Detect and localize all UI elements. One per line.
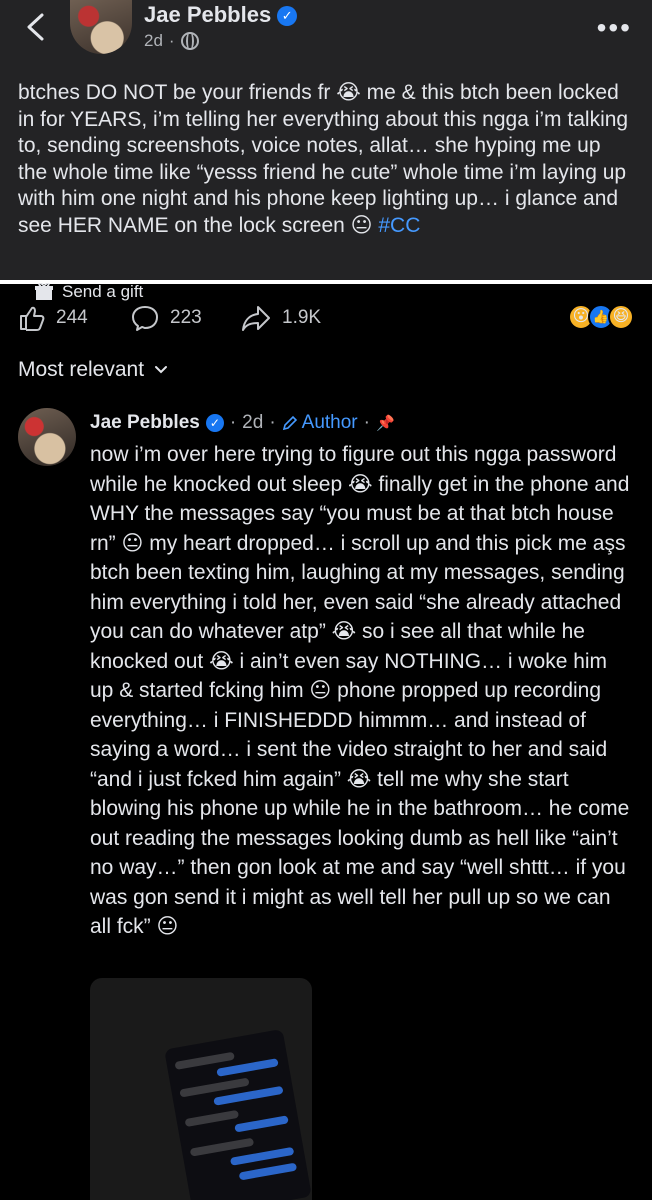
send-gift-button[interactable]: Send a gift: [34, 282, 143, 302]
author-badge: Author: [282, 412, 358, 434]
like-button[interactable]: 244: [18, 304, 88, 332]
post-card: Jae Pebbles ✓ 2d · ••• btches DO NOT be y…: [0, 0, 652, 280]
comment-header: Jae Pebbles ✓ · 2d · Author · 📌: [90, 412, 395, 434]
back-arrow-icon[interactable]: [22, 12, 50, 42]
like-icon: [20, 306, 45, 331]
post-meta: 2d ·: [144, 31, 199, 51]
share-count: 1.9K: [282, 307, 322, 328]
comment-avatar[interactable]: [18, 408, 76, 466]
pin-icon: 📌: [375, 415, 395, 432]
comment-button[interactable]: 223: [130, 304, 202, 332]
verified-badge-icon: ✓: [205, 414, 224, 432]
post-author-name[interactable]: Jae Pebbles: [144, 2, 271, 27]
gift-icon: [35, 283, 53, 300]
comment-time: 2d: [242, 412, 264, 433]
author-avatar[interactable]: [70, 0, 132, 54]
haha-reaction-icon: 😆: [608, 304, 634, 330]
globe-icon: [180, 32, 199, 50]
share-button[interactable]: 1.9K: [240, 304, 321, 332]
comment-count: 223: [170, 307, 202, 328]
hashtag-link[interactable]: #CC: [378, 214, 420, 237]
action-bar: 244 223 1.9K 😮 👍 😆: [0, 300, 652, 336]
pencil-icon: [282, 415, 297, 431]
send-gift-label: Send a gift: [62, 282, 144, 301]
comment-icon: [132, 306, 158, 331]
phone-screen: [164, 1028, 312, 1200]
post-body: btches DO NOT be your friends fr 😭 me & …: [18, 80, 630, 239]
comment-text: now i’m over here trying to figure out t…: [90, 443, 630, 938]
like-count: 244: [56, 307, 88, 328]
comment-author-name[interactable]: Jae Pebbles: [90, 412, 200, 434]
share-icon: [242, 306, 270, 331]
reaction-summary[interactable]: 😮 👍 😆: [568, 304, 634, 330]
comment-video-attachment[interactable]: [90, 978, 312, 1200]
more-options-icon[interactable]: •••: [597, 12, 632, 44]
sort-label: Most relevant: [18, 358, 145, 381]
verified-badge-icon: ✓: [277, 6, 298, 26]
post-text: btches DO NOT be your friends fr 😭 me & …: [18, 81, 629, 237]
comment-sort-dropdown[interactable]: Most relevant: [18, 358, 168, 382]
chevron-down-icon: [155, 366, 168, 374]
author-badge-label: Author: [301, 412, 358, 433]
post-time: 2d: [144, 31, 163, 50]
